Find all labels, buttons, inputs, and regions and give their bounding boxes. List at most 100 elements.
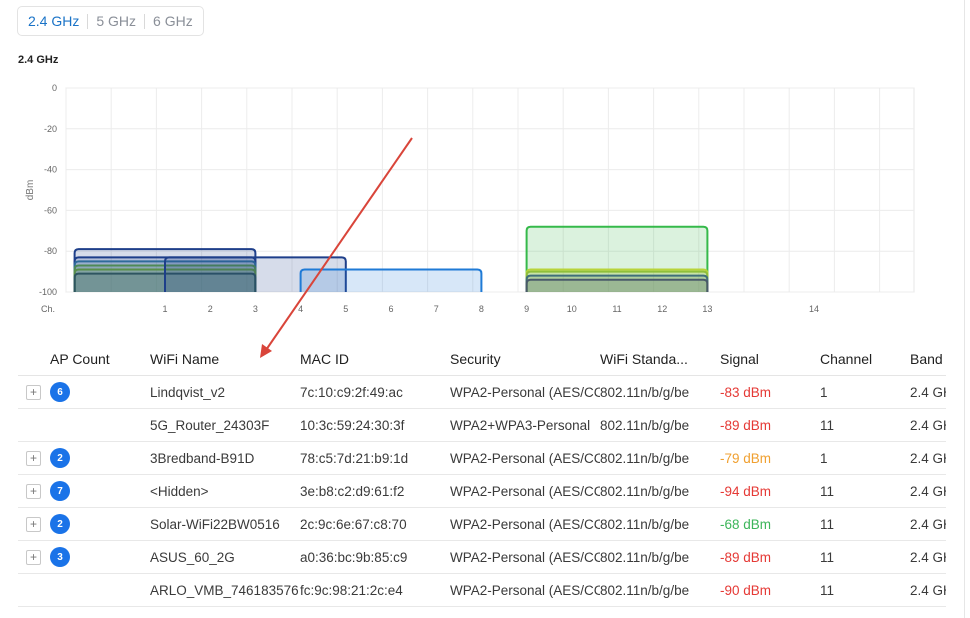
col-ap-count[interactable]: AP Count [18, 351, 150, 367]
tab-divider [144, 13, 146, 29]
expand-cell: + [18, 483, 50, 499]
table-row[interactable]: 5G_Router_24303F 10:3c:59:24:30:3f WPA2+WP… [18, 409, 946, 442]
band-cell: 2.4 GHz [910, 450, 946, 466]
band-cell: 2.4 GHz [910, 516, 946, 532]
col-band[interactable]: Band [910, 351, 946, 367]
security-cell: WPA2-Personal (AES/CCMP) [450, 450, 600, 466]
ap-table: AP Count WiFi Name MAC ID Security WiFi … [18, 342, 946, 607]
signal-cell: -89 dBm [720, 549, 772, 565]
x-tick-label: 8 [479, 304, 484, 314]
ap-count-badge: 3 [50, 547, 70, 567]
window-edge [964, 0, 965, 618]
mac-id-cell: fc:9c:98:21:2c:e4 [300, 582, 403, 598]
ap-count-badge: 2 [50, 448, 70, 468]
table-row[interactable]: +6 Lindqvist_v2 7c:10:c9:2f:49:ac WPA2-Pers… [18, 376, 946, 409]
col-security[interactable]: Security [450, 351, 600, 367]
x-tick-label: 10 [567, 304, 577, 314]
ap-count-cell: 3 [50, 547, 150, 567]
expand-cell: + [18, 549, 50, 565]
x-tick-label: 12 [657, 304, 667, 314]
chart-title: 2.4 GHz [18, 54, 59, 66]
ap-count-badge: 2 [50, 514, 70, 534]
table-body: +6 Lindqvist_v2 7c:10:c9:2f:49:ac WPA2-Pers… [18, 376, 946, 607]
band-selector: 2.4 GHz 5 GHz 6 GHz [17, 6, 204, 36]
x-tick-label: 9 [524, 304, 529, 314]
expand-cell: + [18, 384, 50, 400]
x-tick-label: 13 [702, 304, 712, 314]
ap-count-cell: 2 [50, 448, 150, 468]
ap-count-cell: 7 [50, 481, 150, 501]
plus-square-icon[interactable]: + [26, 516, 41, 532]
wifi-standard-cell: 802.11n/b/g/be [600, 417, 690, 433]
table-row[interactable]: ARLO_VMB_746183576 fc:9c:98:21:2c:e4 WPA2-… [18, 574, 946, 607]
col-wifi-standard[interactable]: WiFi Standa... [600, 351, 720, 367]
wifi-name-cell: ARLO_VMB_746183576 [150, 582, 299, 598]
y-tick-label: -80 [44, 246, 57, 256]
signal-cell: -89 dBm [720, 417, 772, 433]
wifi-standard-cell: 802.11n/b/g/be [600, 582, 690, 598]
signal-cell: -79 dBm [720, 450, 772, 466]
channel-cell: 11 [820, 516, 835, 532]
channel-cell: 11 [820, 582, 835, 598]
tab-6-ghz[interactable]: 6 GHz [149, 6, 197, 36]
signal-cell: -94 dBm [720, 483, 772, 499]
signal-cell: -90 dBm [720, 582, 772, 598]
wifi-standard-cell: 802.11n/b/g/be [600, 516, 690, 532]
mac-id-cell: 3e:b8:c2:d9:61:f2 [300, 483, 405, 499]
plus-square-icon[interactable]: + [26, 483, 41, 499]
x-tick-label: Ch. [41, 304, 55, 314]
ap-count-badge: 6 [50, 382, 70, 402]
col-wifi-name[interactable]: WiFi Name [150, 351, 300, 367]
expand-cell: + [18, 450, 50, 466]
table-row[interactable]: +2 3Bredband-B91D 78:c5:7d:21:b9:1d WPA2-Pe… [18, 442, 946, 475]
y-tick-label: -100 [39, 287, 57, 297]
x-tick-label: 5 [343, 304, 348, 314]
wifi-name-cell: 3Bredband-B91D [150, 450, 255, 466]
x-tick-label: 1 [162, 304, 167, 314]
mac-id-cell: 2c:9c:6e:67:c8:70 [300, 516, 407, 532]
mac-id-cell: 10:3c:59:24:30:3f [300, 417, 405, 433]
col-mac-id[interactable]: MAC ID [300, 351, 450, 367]
wifi-standard-cell: 802.11n/b/g/be [600, 483, 690, 499]
table-row[interactable]: +7 <Hidden> 3e:b8:c2:d9:61:f2 WPA2-Personal… [18, 475, 946, 508]
ap-count-cell: 6 [50, 382, 150, 402]
wifi-name-cell: 5G_Router_24303F [150, 417, 270, 433]
expand-cell: + [18, 516, 50, 532]
ap-count-cell: 2 [50, 514, 150, 534]
channel-chart: 0-20-40-60-80-100Ch. 1 2 3 4 5 6 7 8 9 10 11 12 13 14d… [25, 83, 915, 314]
x-tick-label: 2 [208, 304, 213, 314]
col-channel[interactable]: Channel [820, 351, 910, 367]
y-tick-label: -20 [44, 124, 57, 134]
wifi-name-cell: Solar-WiFi22BW0516 [150, 516, 280, 532]
table-row[interactable]: +3 ASUS_60_2G a0:36:bc:9b:85:c9 WPA2-Person… [18, 541, 946, 574]
wifi-standard-cell: 802.11n/b/g/be [600, 549, 690, 565]
channel-cell: 1 [820, 384, 828, 400]
channel-cell: 11 [820, 417, 835, 433]
plus-square-icon[interactable]: + [26, 450, 41, 466]
security-cell: WPA2-Personal (AES/CCMP) [450, 483, 600, 499]
wifi-standard-cell: 802.11n/b/g/be [600, 384, 690, 400]
wifi-name-cell: ASUS_60_2G [150, 549, 235, 565]
mac-id-cell: a0:36:bc:9b:85:c9 [300, 549, 408, 565]
channel-cell: 11 [820, 483, 835, 499]
band-cell: 2.4 GHz [910, 483, 946, 499]
x-tick-label: 6 [388, 304, 393, 314]
table-row[interactable]: +2 Solar-WiFi22BW0516 2c:9c:6e:67:c8:70 WPA… [18, 508, 946, 541]
x-tick-label: 7 [434, 304, 439, 314]
x-tick-label: 14 [809, 304, 819, 314]
y-axis-title: dBm [25, 180, 36, 201]
band-cell: 2.4 GHz [910, 582, 946, 598]
col-signal[interactable]: Signal [720, 351, 820, 367]
signal-cell: -68 dBm [720, 516, 772, 532]
channel-band [525, 278, 709, 292]
x-tick-label: 11 [612, 304, 621, 314]
channel-band [299, 268, 483, 292]
plus-square-icon[interactable]: + [26, 549, 41, 565]
x-tick-label: 4 [298, 304, 303, 314]
wifi-name-cell: Lindqvist_v2 [150, 384, 226, 400]
tab-divider [87, 13, 89, 29]
tab-2-4-ghz[interactable]: 2.4 GHz [24, 6, 83, 36]
mac-id-cell: 78:c5:7d:21:b9:1d [300, 450, 409, 466]
tab-5-ghz[interactable]: 5 GHz [92, 6, 140, 36]
plus-square-icon[interactable]: + [26, 384, 41, 400]
